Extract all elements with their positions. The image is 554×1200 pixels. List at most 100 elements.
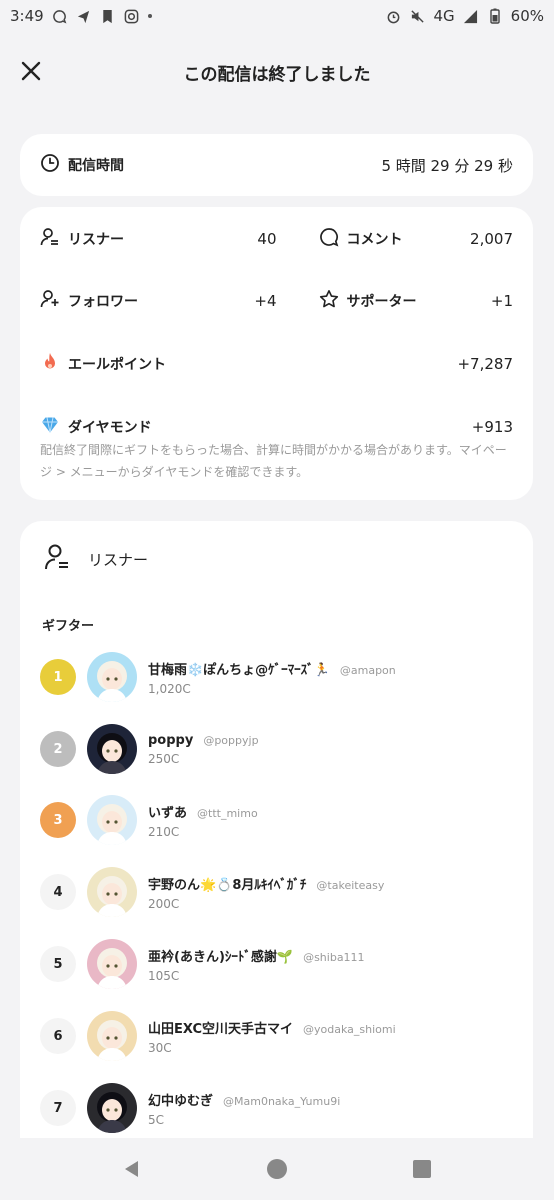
gift-amount: 200C (148, 896, 180, 911)
star-icon (319, 289, 339, 313)
listener-icon (40, 227, 60, 251)
follower-label: フォロワー (68, 294, 138, 310)
status-bar: 3:49 4G 60% (0, 0, 554, 32)
gifter-row[interactable]: 2 poppy @poppyjp 250C (40, 717, 520, 781)
gifter-heading: ギフター (42, 619, 95, 634)
gifter-row[interactable]: 4 宇野のん🌟💍8月ﾙｷｲﾍﾞｶﾞﾁ @takeiteasy 200C (40, 860, 520, 924)
rank-badge: 1 (40, 659, 76, 695)
duration-card: 配信時間 5 時間 29 分 29 秒 (20, 134, 533, 196)
gifter-row[interactable]: 7 幻中ゆむぎ @Mam0naka_Yumu9i 5C (40, 1076, 520, 1140)
gifter-name: poppy (148, 732, 194, 748)
gift-amount: 250C (148, 751, 180, 766)
stats-row-yell: エールポイント +7,287 (40, 352, 513, 376)
bookmark-icon (100, 8, 116, 24)
stats-row-listeners: リスナー 40 コメント 2,007 (40, 227, 513, 251)
mute-icon (409, 8, 425, 24)
gifter-name: いずあ (148, 805, 188, 821)
yell-label: エールポイント (68, 357, 166, 373)
system-nav-bar (0, 1138, 554, 1200)
status-time: 3:49 (10, 7, 44, 25)
stats-row-diamond: ダイヤモンド +913 (40, 415, 513, 439)
gifter-name: 亜衿(あきん)ｼｰﾄﾞ感謝🌱 (148, 949, 294, 965)
avatar[interactable] (87, 652, 137, 702)
avatar[interactable] (87, 1083, 137, 1133)
rank-badge: 5 (40, 946, 76, 982)
comment-label: コメント (346, 232, 403, 248)
listener-section-icon (44, 543, 70, 575)
gift-amount: 1,020C (148, 681, 191, 696)
back-button[interactable] (112, 1149, 152, 1189)
comment-value: 2,007 (470, 230, 513, 248)
recents-button[interactable] (402, 1149, 442, 1189)
diamond-stat: ダイヤモンド +913 (40, 415, 513, 439)
supporter-value: +1 (490, 292, 513, 310)
add-follower-icon (40, 289, 60, 313)
gift-amount: 210C (148, 824, 180, 839)
comment-icon (319, 227, 339, 251)
gifter-handle: @amapon (339, 663, 396, 677)
notification-dot (147, 14, 152, 18)
avatar[interactable] (87, 724, 137, 774)
instagram-icon (124, 8, 140, 24)
gifter-handle: @Mam0naka_Yumu9i (223, 1094, 341, 1108)
recents-icon (412, 1160, 431, 1178)
clock-icon (40, 153, 60, 177)
header: この配信は終了しました (0, 40, 554, 104)
gift-amount: 30C (148, 1040, 172, 1055)
page-title: この配信は終了しました (183, 64, 371, 85)
supporter-label: サポーター (346, 294, 417, 310)
gifter-row[interactable]: 3 いずあ @ttt_mimo 210C (40, 788, 520, 852)
diamond-note: 配信終了間際にギフトをもらった場合、計算に時間がかかる場合があります。マイページ… (40, 443, 507, 479)
gift-amount: 105C (148, 968, 180, 983)
diamond-value: +913 (471, 418, 513, 436)
duration-label-group: 配信時間 (40, 153, 124, 177)
gifter-name: 甘梅雨❄️ぽんちょ@ｹﾞｰﾏｰｽﾞ🏃 (148, 662, 330, 678)
home-icon (266, 1159, 287, 1179)
duration-value: 5 時間 29 分 29 秒 (381, 156, 513, 175)
listeners-section-header: リスナー (44, 543, 148, 575)
yell-point-stat: エールポイント +7,287 (40, 352, 513, 376)
supporter-stat: サポーター +1 (277, 289, 513, 313)
diamond-icon (40, 415, 60, 439)
close-icon (21, 61, 41, 81)
yell-value: +7,287 (457, 355, 513, 373)
home-button[interactable] (257, 1149, 297, 1189)
rank-badge: 3 (40, 802, 76, 838)
gifter-row[interactable]: 5 亜衿(あきん)ｼｰﾄﾞ感謝🌱 @shiba111 105C (40, 932, 520, 996)
avatar[interactable] (87, 867, 137, 917)
avatar[interactable] (87, 1011, 137, 1061)
listeners-section-title: リスナー (88, 550, 149, 569)
gifter-name: 宇野のん🌟💍8月ﾙｷｲﾍﾞｶﾞﾁ (148, 877, 307, 893)
stats-card: リスナー 40 コメント 2,007 フォロワー +4 サポーター +1 エール… (20, 207, 533, 500)
battery-icon (487, 8, 503, 24)
alarm-icon (385, 8, 401, 24)
listener-stat: リスナー 40 (40, 227, 277, 251)
avatar[interactable] (87, 795, 137, 845)
avatar[interactable] (87, 939, 137, 989)
gifter-handle: @yodaka_shiomi (302, 1022, 396, 1036)
gifter-handle: @ttt_mimo (197, 806, 258, 820)
gifter-name: 山田EXC空川天手古マイ (148, 1021, 293, 1037)
duration-label: 配信時間 (68, 158, 124, 174)
gifter-row[interactable]: 6 山田EXC空川天手古マイ @yodaka_shiomi 30C (40, 1004, 520, 1068)
listener-label: リスナー (68, 232, 124, 248)
gifter-name: 幻中ゆむぎ (148, 1093, 214, 1109)
gifter-handle: @takeiteasy (316, 878, 385, 892)
back-icon (125, 1161, 139, 1177)
gift-amount: 5C (148, 1112, 165, 1127)
gifter-row[interactable]: 1 甘梅雨❄️ぽんちょ@ｹﾞｰﾏｰｽﾞ🏃 @amapon 1,020C (40, 645, 520, 709)
comment-stat: コメント 2,007 (277, 227, 513, 251)
send-icon (76, 8, 92, 24)
stats-row-followers: フォロワー +4 サポーター +1 (40, 289, 513, 313)
chat-bubble-icon (52, 8, 68, 24)
rank-badge: 6 (40, 1018, 76, 1054)
flame-icon (40, 352, 60, 376)
listeners-card: リスナー ギフター 1 甘梅雨❄️ぽんちょ@ｹﾞｰﾏｰｽﾞ🏃 @amapon 1… (20, 521, 533, 1161)
signal-icon (463, 8, 479, 24)
diamond-label: ダイヤモンド (68, 420, 152, 436)
gifter-handle: @shiba111 (303, 950, 365, 964)
rank-badge: 2 (40, 731, 76, 767)
close-button[interactable] (18, 58, 44, 84)
follower-value: +4 (254, 292, 277, 310)
battery-percent: 60% (510, 7, 544, 25)
